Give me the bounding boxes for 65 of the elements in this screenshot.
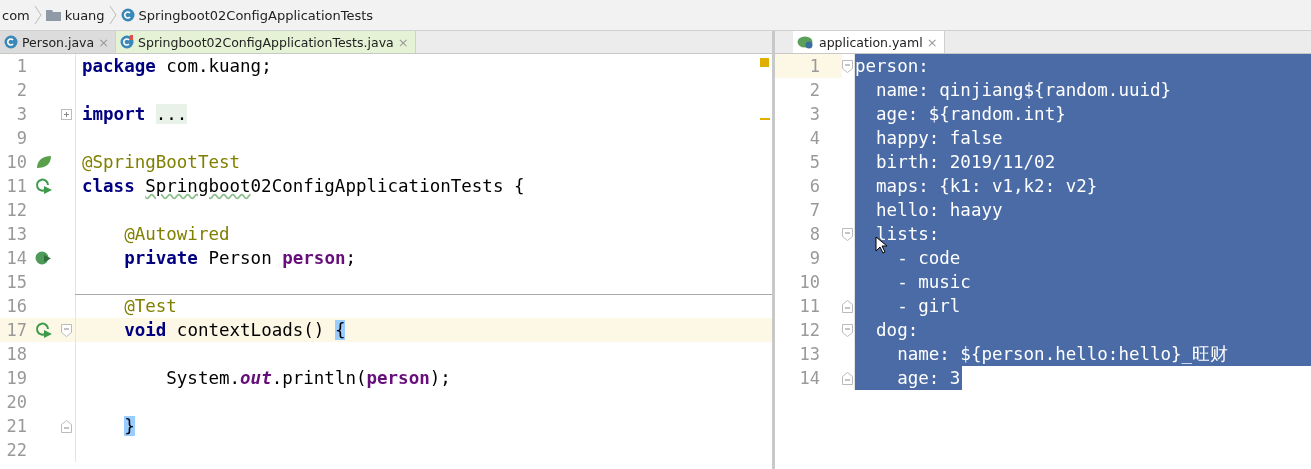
line-number: 21	[5, 416, 27, 436]
chevron-icon	[108, 5, 117, 25]
collapse-fold-icon[interactable]	[842, 59, 853, 73]
line-number: 10	[5, 152, 27, 172]
collapse-fold-icon[interactable]	[842, 227, 853, 241]
line-number: 6	[808, 175, 821, 198]
line-number: 4	[808, 127, 821, 150]
code-line: @Autowired	[123, 224, 230, 244]
breadcrumb-item[interactable]: Springboot02ConfigApplicationTests	[138, 7, 374, 23]
line-number: 3	[15, 104, 27, 124]
line-number: 7	[808, 199, 821, 222]
line-number: 1	[775, 54, 842, 78]
line-number: 12	[798, 319, 821, 342]
collapse-fold-icon[interactable]	[842, 323, 853, 337]
line-number: 22	[5, 440, 27, 460]
run-test-icon[interactable]	[35, 177, 53, 195]
line-number: 15	[5, 272, 27, 292]
line-number: 18	[5, 344, 27, 364]
expand-fold-icon[interactable]	[61, 108, 72, 120]
line-number: 3	[808, 103, 821, 126]
line-number: 12	[5, 200, 27, 220]
leaf-file-icon	[797, 35, 815, 49]
line-number: 2	[808, 79, 821, 102]
class-icon	[120, 8, 135, 22]
line-number: 20	[5, 392, 27, 412]
breadcrumb-item[interactable]: kuang	[64, 7, 105, 23]
editor-tab[interactable]: Person.java ×	[0, 31, 117, 53]
line-number: 17	[5, 320, 27, 340]
code-line: private Person person;	[123, 248, 356, 268]
editor-tab[interactable]: application.yaml ×	[793, 31, 945, 53]
line-number: 8	[808, 223, 821, 246]
line-number: 5	[808, 151, 821, 174]
breadcrumb-item[interactable]: com	[2, 7, 30, 23]
line-number: 11	[798, 295, 821, 318]
line-number: 1	[15, 56, 27, 76]
code-line: import ...	[81, 104, 188, 124]
run-test-icon[interactable]	[35, 321, 53, 339]
collapse-fold-icon[interactable]	[61, 323, 72, 337]
line-number: 13	[798, 343, 821, 366]
code-line: System.out.println(person);	[165, 368, 451, 388]
code-line: @SpringBootTest	[81, 152, 241, 172]
code-line: @Test	[123, 296, 177, 316]
line-number: 11	[5, 176, 27, 196]
code-line: package com.kuang;	[81, 56, 272, 76]
line-number: 10	[798, 271, 821, 294]
fold-end-icon[interactable]	[842, 371, 853, 385]
chevron-icon	[33, 5, 42, 25]
class-icon	[120, 35, 135, 49]
line-number: 9	[808, 247, 821, 270]
leaf-icon	[36, 155, 52, 169]
fold-end-icon[interactable]	[842, 299, 853, 313]
line-number: 9	[15, 128, 27, 148]
fold-end-icon[interactable]	[61, 419, 72, 433]
folder-icon	[45, 9, 61, 21]
line-number: 13	[5, 224, 27, 244]
bean-icon[interactable]	[35, 250, 53, 266]
line-number: 14	[798, 367, 821, 390]
code-line: void contextLoads() {	[123, 320, 346, 340]
line-number: 14	[5, 248, 27, 268]
line-number: 16	[5, 296, 27, 316]
editor-tab[interactable]: Springboot02ConfigApplicationTests.java ×	[116, 31, 416, 53]
code-line: class Springboot02ConfigApplicationTests {	[81, 176, 525, 196]
class-icon	[4, 35, 18, 49]
line-number: 2	[15, 80, 27, 100]
line-number: 19	[5, 368, 27, 388]
